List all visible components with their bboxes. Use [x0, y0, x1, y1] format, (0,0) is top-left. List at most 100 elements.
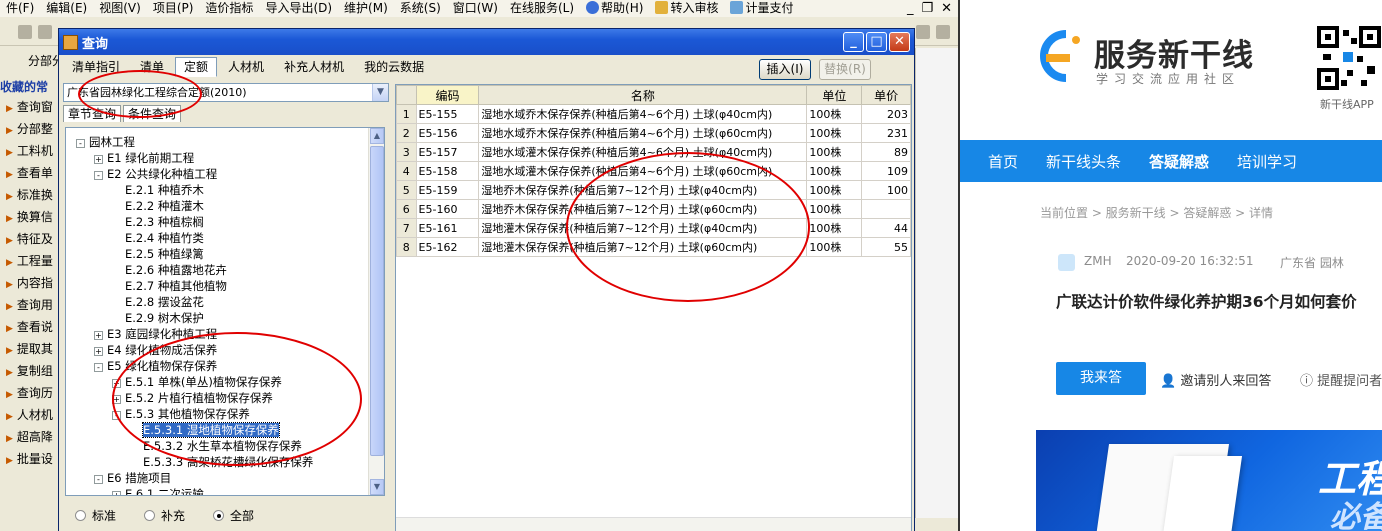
- tab-5[interactable]: 我的云数据: [355, 57, 433, 77]
- close-icon[interactable]: ✕: [941, 0, 952, 17]
- expand-icon[interactable]: +: [94, 155, 103, 164]
- tree-node[interactable]: - E2 公共绿化种植工程: [94, 166, 217, 182]
- header-unit[interactable]: 单位: [806, 85, 863, 105]
- tab-3[interactable]: 人材机: [219, 57, 273, 77]
- tab-chapter-query[interactable]: 章节查询: [63, 105, 122, 122]
- cell-code[interactable]: E5-158: [415, 161, 480, 181]
- cell-name[interactable]: 湿地水域灌木保存保养(种植后第4~6个月) 土球(φ60cm内): [478, 161, 808, 181]
- menu-maintain[interactable]: 维护(M): [338, 0, 394, 17]
- minimize-icon[interactable]: _: [907, 0, 914, 17]
- favorite-item[interactable]: ▶ 特征及: [0, 228, 62, 250]
- favorite-item[interactable]: ▶ 查看单: [0, 162, 62, 184]
- answer-button[interactable]: 我来答: [1056, 362, 1146, 395]
- list-icon[interactable]: [936, 25, 950, 39]
- cell-price[interactable]: [861, 199, 911, 219]
- tree-node[interactable]: E.2.5 种植绿篱: [112, 246, 204, 262]
- cell-name[interactable]: 湿地灌木保存保养(种植后第7~12个月) 土球(φ60cm内): [478, 237, 808, 257]
- tree-scrollbar[interactable]: ▲ ▼: [368, 128, 384, 495]
- table-row[interactable]: 1 E5-155 湿地水域乔木保存保养(种植后第4~6个月) 土球(φ40cm内) 1…: [396, 104, 911, 124]
- menu-measure-pay[interactable]: 计量支付: [724, 0, 799, 17]
- remind-link[interactable]: ⓘ 提醒提问者: [1300, 370, 1382, 389]
- tree-node[interactable]: E.2.6 种植露地花卉: [112, 262, 227, 278]
- favorite-item[interactable]: ▶ 内容指: [0, 272, 62, 294]
- tree-node[interactable]: + E4 绿化植物成活保养: [94, 342, 217, 358]
- cell-unit[interactable]: 100株: [806, 237, 863, 257]
- favorite-item[interactable]: ▶ 批量设: [0, 448, 62, 470]
- cell-name[interactable]: 湿地灌木保存保养(种植后第7~12个月) 土球(φ40cm内): [478, 218, 808, 238]
- favorite-item[interactable]: ▶ 工程量: [0, 250, 62, 272]
- cell-unit[interactable]: 100株: [806, 142, 863, 162]
- table-row[interactable]: 3 E5-157 湿地水域灌木保存保养(种植后第4~6个月) 土球(φ40cm内) 1…: [396, 142, 911, 162]
- tree-node[interactable]: - 园林工程: [76, 134, 135, 150]
- cut-icon[interactable]: [18, 25, 32, 39]
- tree-node[interactable]: + E.5.2 片植行植植物保存保养: [112, 390, 273, 406]
- tree-node[interactable]: E.2.3 种植棕榈: [112, 214, 204, 230]
- tree-node[interactable]: + E3 庭园绿化种植工程: [94, 326, 217, 342]
- cell-code[interactable]: E5-156: [415, 123, 480, 143]
- radio-option[interactable]: 补充: [144, 507, 185, 524]
- nav-item[interactable]: 首页: [988, 151, 1018, 172]
- scroll-up-icon[interactable]: ▲: [370, 128, 384, 144]
- tree-node[interactable]: - E5 绿化植物保存保养: [94, 358, 217, 374]
- question-tags[interactable]: 广东省 园林: [1280, 254, 1344, 271]
- radio-option[interactable]: 标准: [75, 507, 116, 524]
- nav-item[interactable]: 新干线头条: [1046, 151, 1121, 172]
- tree-node[interactable]: E.5.3.3 高架桥花槽绿化保存保养: [130, 454, 313, 470]
- favorite-item[interactable]: ▶ 查询历: [0, 382, 62, 404]
- cell-price[interactable]: 55: [861, 237, 911, 257]
- favorite-item[interactable]: ▶ 超高降: [0, 426, 62, 448]
- cell-unit[interactable]: 100株: [806, 180, 863, 200]
- radio-icon[interactable]: [144, 510, 156, 521]
- menu-window[interactable]: 窗口(W): [447, 0, 504, 17]
- radio-option[interactable]: 全部: [213, 507, 254, 524]
- expand-icon[interactable]: +: [112, 491, 121, 495]
- collapse-icon[interactable]: -: [112, 411, 121, 420]
- cell-unit[interactable]: 100株: [806, 161, 863, 181]
- cell-code[interactable]: E5-161: [415, 218, 480, 238]
- copy-icon[interactable]: [38, 25, 52, 39]
- tree-node[interactable]: E.5.3.2 水生草本植物保存保养: [130, 438, 302, 454]
- close-button[interactable]: ✕: [889, 32, 910, 52]
- header-price[interactable]: 单价: [861, 85, 911, 105]
- expand-icon[interactable]: +: [94, 347, 103, 356]
- chevron-down-icon[interactable]: ▼: [372, 84, 388, 101]
- scroll-down-icon[interactable]: ▼: [370, 479, 384, 495]
- cell-unit[interactable]: 100株: [806, 199, 863, 219]
- invite-link[interactable]: 👤 邀请别人来回答: [1160, 370, 1271, 389]
- table-row[interactable]: 7 E5-161 湿地灌木保存保养(种植后第7~12个月) 土球(φ40cm内) 10…: [396, 218, 911, 238]
- tree-node[interactable]: E.2.8 摆设盆花: [112, 294, 204, 310]
- menu-file[interactable]: 件(F): [0, 0, 40, 17]
- tree-node[interactable]: + E.6.1 二次运输: [112, 486, 204, 495]
- menu-online[interactable]: 在线服务(L): [504, 0, 580, 17]
- radio-icon[interactable]: [75, 510, 86, 521]
- menu-cost-index[interactable]: 造价指标: [199, 0, 259, 17]
- maximize-button[interactable]: □: [866, 32, 887, 52]
- ad-banner[interactable]: 工程 必备: [1036, 430, 1382, 531]
- collapse-icon[interactable]: -: [94, 475, 103, 484]
- table-row[interactable]: 4 E5-158 湿地水域灌木保存保养(种植后第4~6个月) 土球(φ60cm内) 1…: [396, 161, 911, 181]
- cell-price[interactable]: 100: [861, 180, 911, 200]
- tree-node[interactable]: E.2.2 种植灌木: [112, 198, 204, 214]
- cell-price[interactable]: 231: [861, 123, 911, 143]
- avatar[interactable]: [1058, 254, 1075, 271]
- cell-price[interactable]: 109: [861, 161, 911, 181]
- layout-icon[interactable]: [916, 25, 930, 39]
- minimize-button[interactable]: _: [843, 32, 864, 52]
- favorite-item[interactable]: ▶ 标准换: [0, 184, 62, 206]
- tree-node[interactable]: + E.5.1 单株(单丛)植物保存保养: [112, 374, 282, 390]
- cell-unit[interactable]: 100株: [806, 218, 863, 238]
- favorite-item[interactable]: ▶ 查询用: [0, 294, 62, 316]
- collapse-icon[interactable]: -: [94, 363, 103, 372]
- tree-node[interactable]: - E.5.3 其他植物保存保养: [112, 406, 250, 422]
- menu-system[interactable]: 系统(S): [394, 0, 447, 17]
- tab-2[interactable]: 定额: [175, 57, 218, 77]
- tab-condition-query[interactable]: 条件查询: [123, 105, 182, 122]
- cell-price[interactable]: 44: [861, 218, 911, 238]
- favorite-item[interactable]: ▶ 换算信: [0, 206, 62, 228]
- table-row[interactable]: 6 E5-160 湿地乔木保存保养(种植后第7~12个月) 土球(φ60cm内) 10…: [396, 199, 911, 219]
- cell-code[interactable]: E5-160: [415, 199, 480, 219]
- header-name[interactable]: 名称: [478, 85, 808, 105]
- grid-horizontal-scrollbar[interactable]: [396, 517, 911, 531]
- cell-code[interactable]: E5-159: [415, 180, 480, 200]
- favorite-item[interactable]: ▶ 查看说: [0, 316, 62, 338]
